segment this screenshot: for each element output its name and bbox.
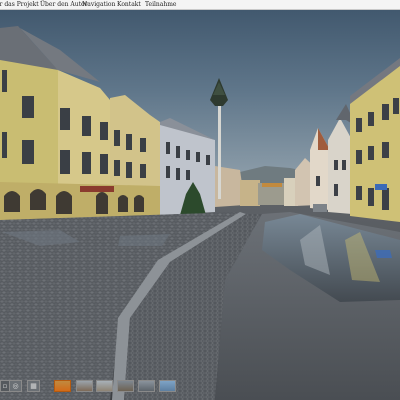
grid-icon[interactable]: ▦: [27, 380, 40, 392]
panorama-thumb[interactable]: [96, 380, 113, 392]
panorama-image[interactable]: [0, 0, 400, 400]
panorama-viewer[interactable]: er das Projekt Über den Autor Navigation…: [0, 0, 400, 400]
panorama-thumb[interactable]: [117, 380, 134, 392]
globe-icon[interactable]: ◎: [9, 380, 22, 392]
menu-item-about-author[interactable]: Über den Autor: [40, 0, 87, 10]
panorama-thumb[interactable]: [159, 380, 176, 392]
menu-item-about-project[interactable]: er das Projekt: [0, 0, 39, 10]
panorama-thumb[interactable]: [138, 380, 155, 392]
menu-item-participation[interactable]: Teilnahme: [145, 0, 176, 10]
menu-item-navigation[interactable]: Navigation: [82, 0, 115, 10]
panorama-thumb-selected[interactable]: [54, 380, 71, 392]
menu-item-contact[interactable]: Kontakt: [117, 0, 141, 10]
panorama-thumb[interactable]: [76, 380, 93, 392]
thumbnail-strip: ▫ ◎ ▦: [0, 378, 185, 394]
menu-bar: er das Projekt Über den Autor Navigation…: [0, 0, 400, 10]
